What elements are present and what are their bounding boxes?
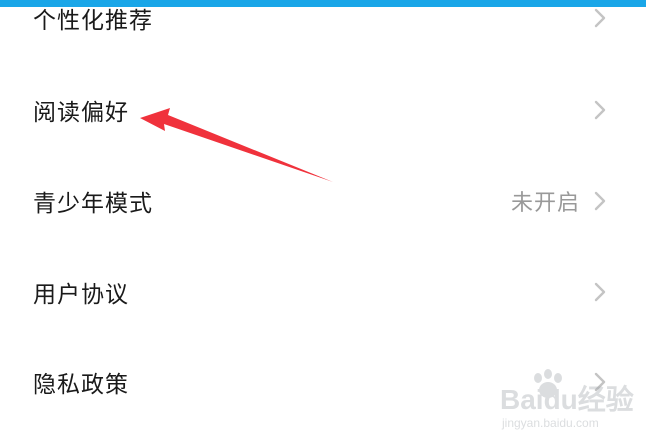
settings-item-personalized-recommendation[interactable]: 个性化推荐	[0, 0, 646, 48]
settings-item-label: 青少年模式	[33, 191, 153, 217]
teen-mode-status: 未开启	[510, 191, 580, 216]
settings-list: 个性化推荐 阅读偏好 青少年模式 未开启 用户协议 隐私政策	[0, 0, 646, 444]
settings-screen: 个性化推荐 阅读偏好 青少年模式 未开启 用户协议 隐私政策 Baidu经验 j…	[0, 0, 646, 444]
chevron-right-icon	[590, 370, 610, 394]
settings-item-label: 隐私政策	[33, 372, 129, 398]
chevron-right-icon	[590, 6, 610, 30]
settings-item-label: 个性化推荐	[33, 8, 153, 34]
settings-item-privacy-policy[interactable]: 隐私政策	[0, 352, 646, 412]
chevron-right-icon	[590, 189, 610, 213]
settings-item-reading-preference[interactable]: 阅读偏好	[0, 80, 646, 140]
settings-item-label: 阅读偏好	[33, 100, 129, 126]
settings-item-user-agreement[interactable]: 用户协议	[0, 262, 646, 322]
chevron-right-icon	[590, 280, 610, 304]
settings-item-label: 用户协议	[33, 282, 129, 308]
settings-item-teen-mode[interactable]: 青少年模式 未开启	[0, 171, 646, 231]
chevron-right-icon	[590, 98, 610, 122]
